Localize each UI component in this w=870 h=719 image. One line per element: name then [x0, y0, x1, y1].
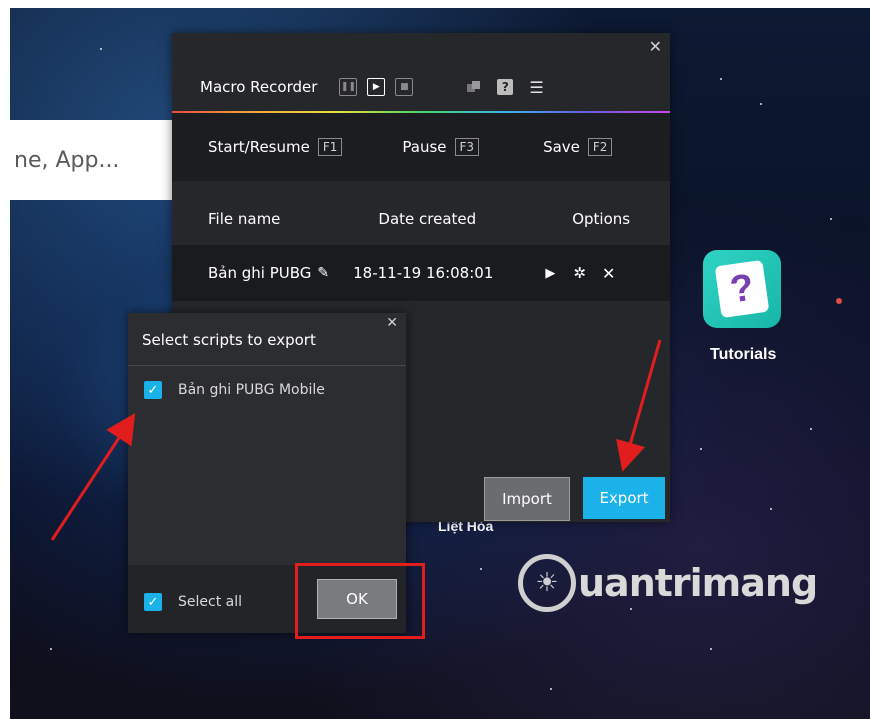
arrow-to-checkbox: [50, 412, 136, 541]
annotation-arrows: [50, 339, 662, 541]
arrow-to-export: [616, 339, 662, 472]
